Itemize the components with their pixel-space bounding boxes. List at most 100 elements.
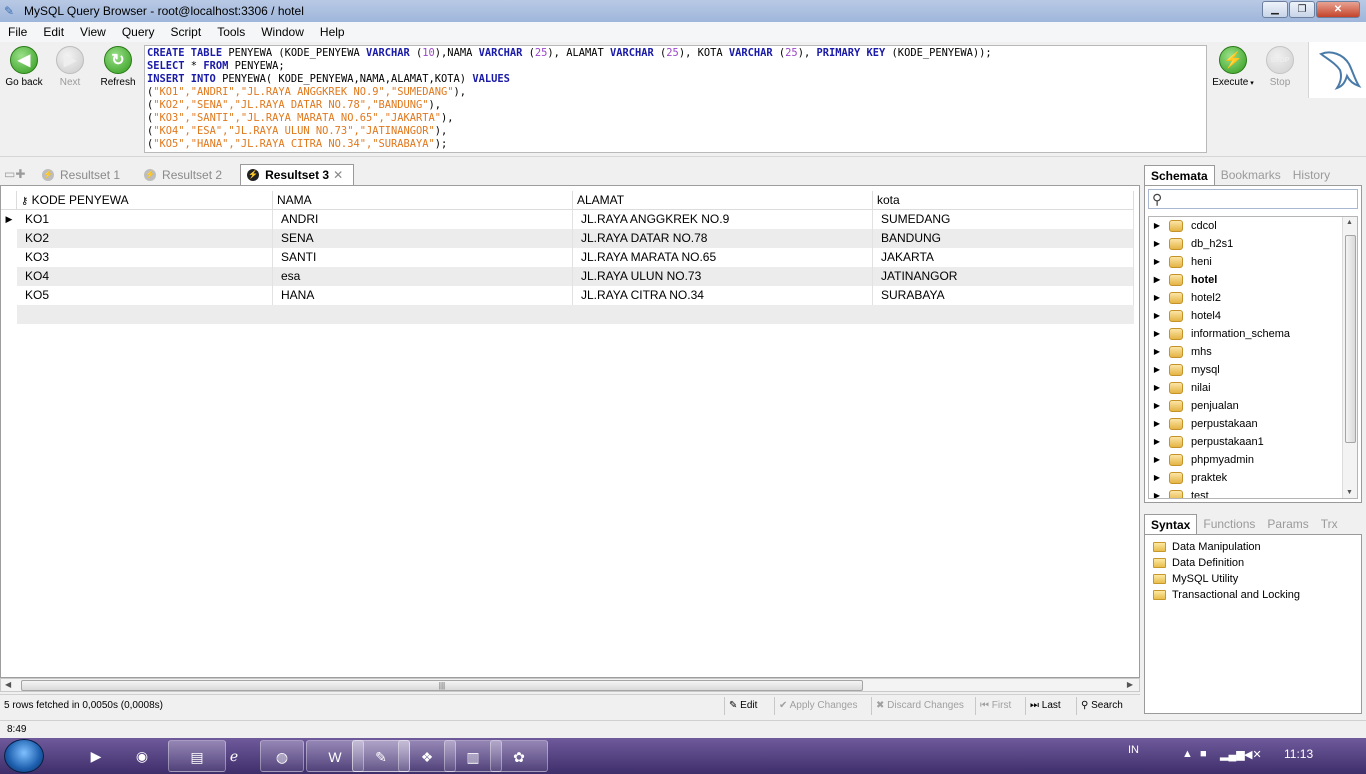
- table-row[interactable]: KO4 esa JL.RAYA ULUN NO.73 JATINANGOR: [1, 267, 1134, 286]
- expand-arrow-icon[interactable]: ▶: [1151, 487, 1163, 498]
- expand-arrow-icon[interactable]: ▶: [1151, 469, 1163, 487]
- network-icon[interactable]: ▂▄▆: [1220, 748, 1245, 761]
- cell-kode-penyewa[interactable]: KO4: [17, 267, 273, 286]
- schema-item[interactable]: ▶ information_schema: [1149, 325, 1357, 343]
- minimize-button[interactable]: ▁: [1262, 1, 1288, 18]
- syntax-item[interactable]: Data Manipulation: [1145, 539, 1361, 555]
- scroll-up-icon[interactable]: ▲: [1346, 219, 1353, 226]
- schema-item[interactable]: ▶ db_h2s1: [1149, 235, 1357, 253]
- expand-arrow-icon[interactable]: ▶: [1151, 271, 1163, 289]
- stop-button[interactable]: STOP Stop: [1258, 46, 1302, 88]
- schema-item[interactable]: ▶ hotel: [1149, 271, 1357, 289]
- cell-kode-penyewa[interactable]: KO3: [17, 248, 273, 267]
- show-hidden-icons-icon[interactable]: ▲: [1182, 748, 1193, 760]
- vertical-scrollbar[interactable]: ▲ ▼: [1342, 217, 1357, 498]
- execute-button[interactable]: ⚡ Execute ▾: [1210, 46, 1256, 88]
- refresh-button[interactable]: ↻ Refresh: [96, 46, 140, 88]
- expand-arrow-icon[interactable]: ▶: [1151, 433, 1163, 451]
- schema-item[interactable]: ▶ nilai: [1149, 379, 1357, 397]
- schema-item[interactable]: ▶ penjualan: [1149, 397, 1357, 415]
- tab-resultset-1[interactable]: ⚡ Resultset 1: [36, 164, 130, 185]
- cell-nama[interactable]: ANDRI: [273, 210, 573, 229]
- cell-kode-penyewa[interactable]: KO2: [17, 229, 273, 248]
- column-header-kota[interactable]: kota: [873, 191, 1134, 210]
- schema-item[interactable]: ▶ hotel2: [1149, 289, 1357, 307]
- scrollbar-thumb[interactable]: |||: [21, 680, 863, 691]
- menu-query[interactable]: Query: [114, 25, 163, 39]
- tab-bookmarks[interactable]: Bookmarks: [1215, 165, 1287, 185]
- expand-arrow-icon[interactable]: ▶: [1151, 343, 1163, 361]
- menu-edit[interactable]: Edit: [35, 25, 72, 39]
- scroll-right-icon[interactable]: ▶: [1127, 679, 1133, 691]
- go-back-button[interactable]: ◀ Go back: [2, 46, 46, 88]
- discard-changes-button[interactable]: ✖ Discard Changes: [871, 697, 971, 715]
- cell-kode-penyewa[interactable]: KO1: [17, 210, 273, 229]
- cell-nama[interactable]: SENA: [273, 229, 573, 248]
- edit-button[interactable]: ✎ Edit: [724, 697, 772, 715]
- schema-item[interactable]: ▶ heni: [1149, 253, 1357, 271]
- start-button[interactable]: [4, 739, 44, 773]
- tab-trx[interactable]: Trx: [1315, 514, 1344, 534]
- cell-alamat[interactable]: JL.RAYA DATAR NO.78: [573, 229, 873, 248]
- cell-alamat[interactable]: JL.RAYA ULUN NO.73: [573, 267, 873, 286]
- sql-query-editor[interactable]: CREATE TABLE PENYEWA (KODE_PENYEWA VARCH…: [144, 45, 1207, 153]
- tab-resultset-3[interactable]: ⚡ Resultset 3 ✕: [240, 164, 355, 185]
- schema-item[interactable]: ▶ perpustakaan: [1149, 415, 1357, 433]
- chat-icon[interactable]: ◍: [260, 740, 304, 772]
- new-row-placeholder[interactable]: [17, 305, 1134, 324]
- cell-nama[interactable]: SANTI: [273, 248, 573, 267]
- cell-alamat[interactable]: JL.RAYA CITRA NO.34: [573, 286, 873, 305]
- expand-arrow-icon[interactable]: ▶: [1151, 289, 1163, 307]
- expand-arrow-icon[interactable]: ▶: [1151, 325, 1163, 343]
- expand-arrow-icon[interactable]: ▶: [1151, 235, 1163, 253]
- tab-params[interactable]: Params: [1261, 514, 1314, 534]
- cell-kota[interactable]: SUMEDANG: [873, 210, 1134, 229]
- schema-item[interactable]: ▶ phpmyadmin: [1149, 451, 1357, 469]
- scroll-left-icon[interactable]: ◀: [5, 679, 11, 691]
- cell-kota[interactable]: JATINANGOR: [873, 267, 1134, 286]
- cell-nama[interactable]: HANA: [273, 286, 573, 305]
- schema-item[interactable]: ▶ praktek: [1149, 469, 1357, 487]
- schema-item[interactable]: ▶ test: [1149, 487, 1357, 498]
- next-button[interactable]: ▶ Next: [48, 46, 92, 88]
- menu-help[interactable]: Help: [312, 25, 353, 39]
- menu-file[interactable]: File: [0, 25, 35, 39]
- expand-arrow-icon[interactable]: ▶: [1151, 307, 1163, 325]
- syntax-item[interactable]: MySQL Utility: [1145, 571, 1361, 587]
- paint-icon[interactable]: ✿: [490, 740, 548, 772]
- last-button[interactable]: ⏭ Last: [1025, 697, 1073, 715]
- schema-item[interactable]: ▶ perpustakaan1: [1149, 433, 1357, 451]
- syntax-item[interactable]: Data Definition: [1145, 555, 1361, 571]
- cell-alamat[interactable]: JL.RAYA ANGGKREK NO.9: [573, 210, 873, 229]
- search-button[interactable]: ⚲ Search: [1076, 697, 1134, 715]
- new-tab-icon[interactable]: ▭✚: [4, 167, 28, 185]
- expand-arrow-icon[interactable]: ▶: [1151, 253, 1163, 271]
- scrollbar-thumb[interactable]: [1345, 235, 1356, 443]
- table-row[interactable]: ▶ KO1 ANDRI JL.RAYA ANGGKREK NO.9 SUMEDA…: [1, 210, 1134, 229]
- table-row[interactable]: KO5 HANA JL.RAYA CITRA NO.34 SURABAYA: [1, 286, 1134, 305]
- scroll-down-icon[interactable]: ▼: [1346, 489, 1353, 496]
- expand-arrow-icon[interactable]: ▶: [1151, 415, 1163, 433]
- schema-search-input[interactable]: ⚲: [1148, 189, 1358, 209]
- table-row[interactable]: KO3 SANTI JL.RAYA MARATA NO.65 JAKARTA: [1, 248, 1134, 267]
- menu-script[interactable]: Script: [163, 25, 210, 39]
- expand-arrow-icon[interactable]: ▶: [1151, 397, 1163, 415]
- column-header-kode-penyewa[interactable]: ⚷ KODE PENYEWA: [17, 191, 273, 210]
- tab-resultset-2[interactable]: ⚡ Resultset 2: [138, 164, 232, 185]
- firefox-icon[interactable]: ◉: [122, 740, 162, 772]
- cell-kota[interactable]: SURABAYA: [873, 286, 1134, 305]
- schema-item[interactable]: ▶ cdcol: [1149, 217, 1357, 235]
- expand-arrow-icon[interactable]: ▶: [1151, 361, 1163, 379]
- close-tab-icon[interactable]: ✕: [333, 168, 343, 182]
- schema-item[interactable]: ▶ hotel4: [1149, 307, 1357, 325]
- tab-functions[interactable]: Functions: [1197, 514, 1261, 534]
- cell-kota[interactable]: BANDUNG: [873, 229, 1134, 248]
- cell-kota[interactable]: JAKARTA: [873, 248, 1134, 267]
- expand-arrow-icon[interactable]: ▶: [1151, 217, 1163, 235]
- menu-window[interactable]: Window: [253, 25, 312, 39]
- menu-view[interactable]: View: [72, 25, 114, 39]
- tray-app-icon[interactable]: ■: [1200, 748, 1207, 760]
- expand-arrow-icon[interactable]: ▶: [1151, 379, 1163, 397]
- syntax-item[interactable]: Transactional and Locking: [1145, 587, 1361, 603]
- apply-changes-button[interactable]: ✔ Apply Changes: [774, 697, 869, 715]
